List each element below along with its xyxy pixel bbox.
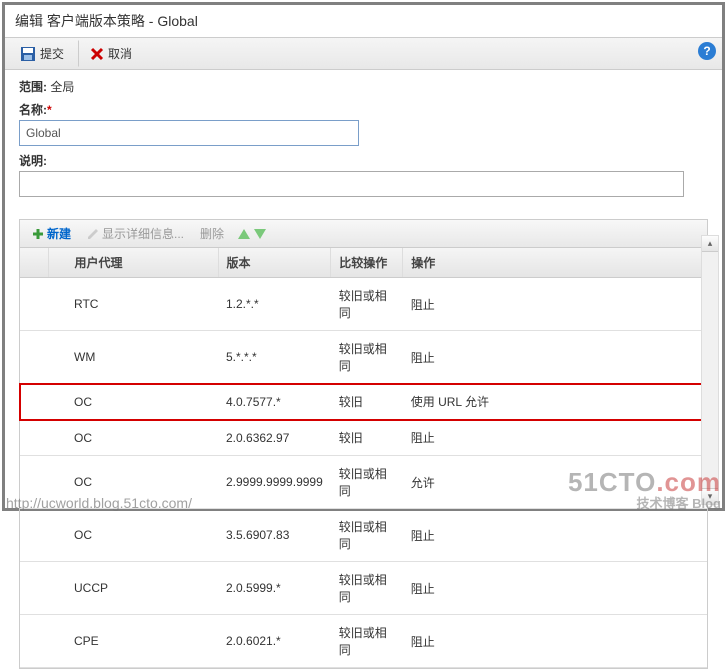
cell-agent: OC <box>48 509 218 562</box>
cell-version: 2.0.6362.97 <box>218 420 331 456</box>
cancel-label: 取消 <box>108 45 132 62</box>
move-down-button[interactable] <box>254 229 266 239</box>
cell-version: 4.0.7577.* <box>218 384 331 420</box>
details-button[interactable]: 显示详细信息... <box>81 223 190 244</box>
cell-blank <box>20 615 48 668</box>
cell-compare: 较旧 <box>331 384 403 420</box>
cell-blank <box>20 509 48 562</box>
cell-compare: 较旧或相同 <box>331 562 403 615</box>
cell-compare: 较旧或相同 <box>331 278 403 331</box>
main-toolbar: 提交 取消 ? <box>5 38 722 70</box>
cell-version: 3.5.6907.83 <box>218 509 331 562</box>
cell-compare: 较旧或相同 <box>331 509 403 562</box>
new-button[interactable]: 新建 <box>26 223 77 244</box>
table-row[interactable]: OC3.5.6907.83较旧或相同阻止 <box>20 509 707 562</box>
plus-icon <box>32 228 44 240</box>
cancel-icon <box>90 47 104 61</box>
col-blank[interactable] <box>20 248 48 278</box>
form-area: 范围: 全局 名称:* 说明: <box>5 70 722 211</box>
cell-agent: WM <box>48 331 218 384</box>
submit-label: 提交 <box>40 45 64 62</box>
cell-version: 1.2.*.* <box>218 278 331 331</box>
col-compare[interactable]: 比较操作 <box>331 248 403 278</box>
cell-compare: 较旧或相同 <box>331 456 403 509</box>
col-agent[interactable]: 用户代理 <box>48 248 218 278</box>
cell-action: 使用 URL 允许 <box>403 384 707 420</box>
table-section: 新建 显示详细信息... 删除 用户代理 版本 比较操作 操作 <box>19 219 708 669</box>
cell-action: 阻止 <box>403 420 707 456</box>
col-action[interactable]: 操作 <box>403 248 707 278</box>
help-button[interactable]: ? <box>698 42 716 60</box>
window-title: 编辑 客户端版本策略 - Global <box>5 5 722 38</box>
cell-version: 2.0.5999.* <box>218 562 331 615</box>
name-label: 名称:* <box>19 103 52 117</box>
move-up-button[interactable] <box>238 229 250 239</box>
cell-agent: OC <box>48 384 218 420</box>
submit-button[interactable]: 提交 <box>9 40 79 67</box>
cell-compare: 较旧 <box>331 420 403 456</box>
scope-value: 全局 <box>50 80 74 94</box>
desc-input[interactable] <box>19 171 684 197</box>
cell-blank <box>20 562 48 615</box>
table-row[interactable]: WM5.*.*.*较旧或相同阻止 <box>20 331 707 384</box>
cell-version: 5.*.*.* <box>218 331 331 384</box>
cell-agent: OC <box>48 420 218 456</box>
table-row[interactable]: UCCP2.0.5999.*较旧或相同阻止 <box>20 562 707 615</box>
cell-agent: UCCP <box>48 562 218 615</box>
cell-compare: 较旧或相同 <box>331 331 403 384</box>
cell-blank <box>20 278 48 331</box>
table-row[interactable]: CPE2.0.6021.*较旧或相同阻止 <box>20 615 707 668</box>
scope-label: 范围: 全局 <box>19 80 74 94</box>
table-row[interactable]: OC2.0.6362.97较旧阻止 <box>20 420 707 456</box>
cell-version: 2.9999.9999.9999 <box>218 456 331 509</box>
cell-action: 阻止 <box>403 278 707 331</box>
cell-action: 阻止 <box>403 509 707 562</box>
vertical-scrollbar[interactable]: ▴ ▾ <box>701 235 719 505</box>
delete-button[interactable]: 删除 <box>194 223 230 244</box>
cell-action: 阻止 <box>403 331 707 384</box>
scroll-up-button[interactable]: ▴ <box>702 236 718 252</box>
watermark-logo: 51CTO.com 技术博客 Blog <box>568 468 721 511</box>
cell-action: 阻止 <box>403 615 707 668</box>
col-version[interactable]: 版本 <box>218 248 331 278</box>
cell-action: 阻止 <box>403 562 707 615</box>
cell-compare: 较旧或相同 <box>331 615 403 668</box>
cell-version: 2.0.6021.* <box>218 615 331 668</box>
cancel-button[interactable]: 取消 <box>79 40 143 67</box>
table-row[interactable]: OC4.0.7577.*较旧使用 URL 允许 <box>20 384 707 420</box>
cell-blank <box>20 420 48 456</box>
watermark-url: http://ucworld.blog.51cto.com/ <box>6 495 192 511</box>
desc-label: 说明: <box>19 154 47 168</box>
table-row[interactable]: RTC1.2.*.*较旧或相同阻止 <box>20 278 707 331</box>
version-table: 用户代理 版本 比较操作 操作 RTC1.2.*.*较旧或相同阻止WM5.*.*… <box>20 248 707 668</box>
table-toolbar: 新建 显示详细信息... 删除 <box>20 220 707 248</box>
cell-blank <box>20 331 48 384</box>
name-input[interactable] <box>19 120 359 146</box>
save-icon <box>20 46 36 62</box>
pencil-icon <box>87 228 99 240</box>
cell-blank <box>20 384 48 420</box>
cell-agent: RTC <box>48 278 218 331</box>
cell-agent: CPE <box>48 615 218 668</box>
